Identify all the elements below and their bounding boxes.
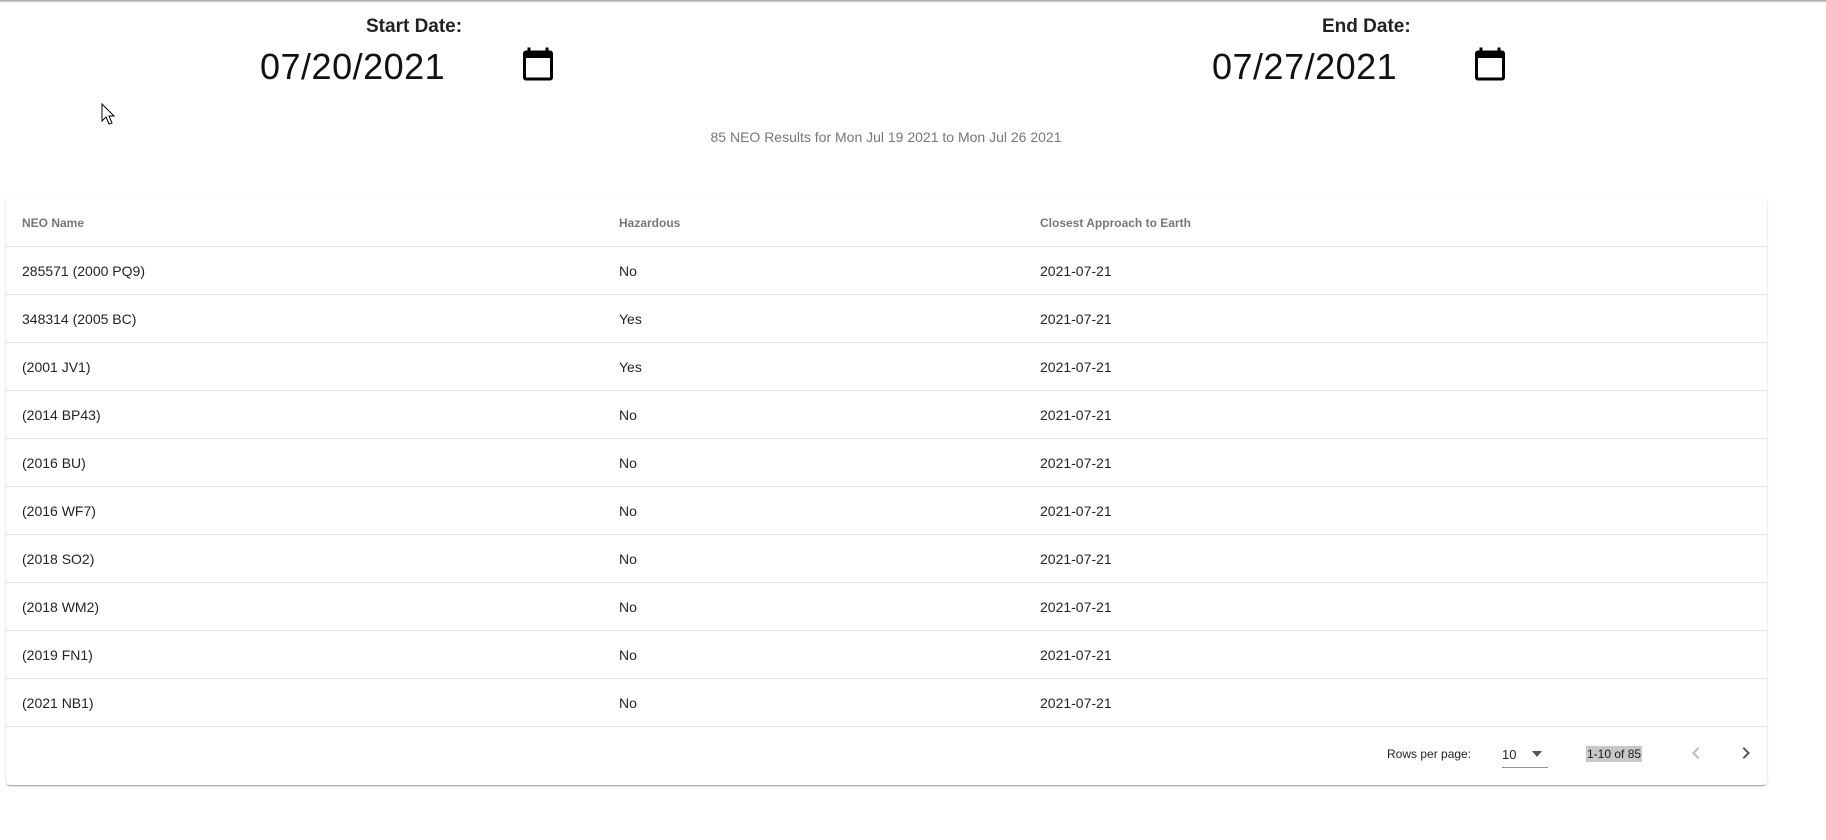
cell-hazardous: No	[603, 630, 1024, 679]
chevron-right-icon	[1742, 747, 1750, 759]
table-row[interactable]: 348314 (2005 BC) Yes 2021-07-21	[6, 294, 1767, 343]
cell-closest-approach: 2021-07-21	[1024, 342, 1767, 391]
cell-hazardous: Yes	[603, 342, 1024, 391]
cell-neo-name: (2018 WM2)	[6, 582, 603, 631]
chevron-left-icon	[1692, 747, 1700, 759]
table-row[interactable]: (2019 FN1) No 2021-07-21	[6, 630, 1767, 679]
neo-results-table: NEO Name Hazardous Closest Approach to E…	[6, 199, 1767, 727]
cell-closest-approach: 2021-07-21	[1024, 678, 1767, 727]
cell-hazardous: No	[603, 246, 1024, 295]
cell-neo-name: 285571 (2000 PQ9)	[6, 246, 603, 295]
column-header-neo-name[interactable]: NEO Name	[6, 199, 603, 247]
table-row[interactable]: (2021 NB1) No 2021-07-21	[6, 678, 1767, 727]
end-date-calendar-button[interactable]	[1472, 46, 1508, 82]
cell-hazardous: No	[603, 390, 1024, 439]
results-summary: 85 NEO Results for Mon Jul 19 2021 to Mo…	[710, 129, 1062, 145]
cell-neo-name: (2001 JV1)	[6, 342, 603, 391]
table-row[interactable]: 285571 (2000 PQ9) No 2021-07-21	[6, 246, 1767, 295]
cell-closest-approach: 2021-07-21	[1024, 246, 1767, 295]
table-pagination: Rows per page: 10 1-10 of 85	[6, 727, 1767, 781]
previous-page-button[interactable]	[1684, 741, 1708, 765]
app-bar-shadow	[0, 0, 1826, 3]
cell-neo-name: (2016 BU)	[6, 438, 603, 487]
cell-hazardous: No	[603, 486, 1024, 535]
calendar-icon	[1475, 47, 1505, 81]
cell-neo-name: (2021 NB1)	[6, 678, 603, 727]
cell-closest-approach: 2021-07-21	[1024, 630, 1767, 679]
cell-hazardous: No	[603, 438, 1024, 487]
cell-closest-approach: 2021-07-21	[1024, 390, 1767, 439]
next-page-button[interactable]	[1734, 741, 1758, 765]
end-date-label: End Date:	[1322, 16, 1411, 37]
column-header-closest-approach[interactable]: Closest Approach to Earth	[1024, 199, 1767, 247]
cell-closest-approach: 2021-07-21	[1024, 582, 1767, 631]
table-row[interactable]: (2014 BP43) No 2021-07-21	[6, 390, 1767, 439]
cell-hazardous: No	[603, 678, 1024, 727]
table-row[interactable]: (2018 WM2) No 2021-07-21	[6, 582, 1767, 631]
table-row[interactable]: (2001 JV1) Yes 2021-07-21	[6, 342, 1767, 391]
table-row[interactable]: (2016 WF7) No 2021-07-21	[6, 486, 1767, 535]
cell-hazardous: No	[603, 582, 1024, 631]
arrow-drop-down-icon	[1532, 751, 1542, 757]
cell-neo-name: (2018 SO2)	[6, 534, 603, 583]
end-date-input[interactable]: 07/27/2021	[1212, 46, 1397, 88]
rows-per-page-value: 10	[1502, 747, 1517, 762]
results-table-card: NEO Name Hazardous Closest Approach to E…	[6, 199, 1767, 785]
calendar-icon	[523, 47, 553, 81]
rows-per-page-select[interactable]: 10	[1502, 737, 1548, 768]
start-date-calendar-button[interactable]	[520, 46, 556, 82]
mouse-pointer-icon	[101, 103, 116, 125]
table-row[interactable]: (2018 SO2) No 2021-07-21	[6, 534, 1767, 583]
table-header-row: NEO Name Hazardous Closest Approach to E…	[6, 199, 1767, 247]
pagination-range: 1-10 of 85	[1586, 746, 1643, 762]
cell-neo-name: (2019 FN1)	[6, 630, 603, 679]
cell-closest-approach: 2021-07-21	[1024, 486, 1767, 535]
cell-closest-approach: 2021-07-21	[1024, 534, 1767, 583]
cell-neo-name: 348314 (2005 BC)	[6, 294, 603, 343]
cell-hazardous: Yes	[603, 294, 1024, 343]
rows-per-page-label: Rows per page:	[1387, 747, 1472, 761]
cell-closest-approach: 2021-07-21	[1024, 294, 1767, 343]
start-date-input[interactable]: 07/20/2021	[260, 46, 445, 88]
cell-neo-name: (2014 BP43)	[6, 390, 603, 439]
cell-neo-name: (2016 WF7)	[6, 486, 603, 535]
column-header-hazardous[interactable]: Hazardous	[603, 199, 1024, 247]
cell-closest-approach: 2021-07-21	[1024, 438, 1767, 487]
table-row[interactable]: (2016 BU) No 2021-07-21	[6, 438, 1767, 487]
cell-hazardous: No	[603, 534, 1024, 583]
start-date-label: Start Date:	[366, 16, 463, 37]
